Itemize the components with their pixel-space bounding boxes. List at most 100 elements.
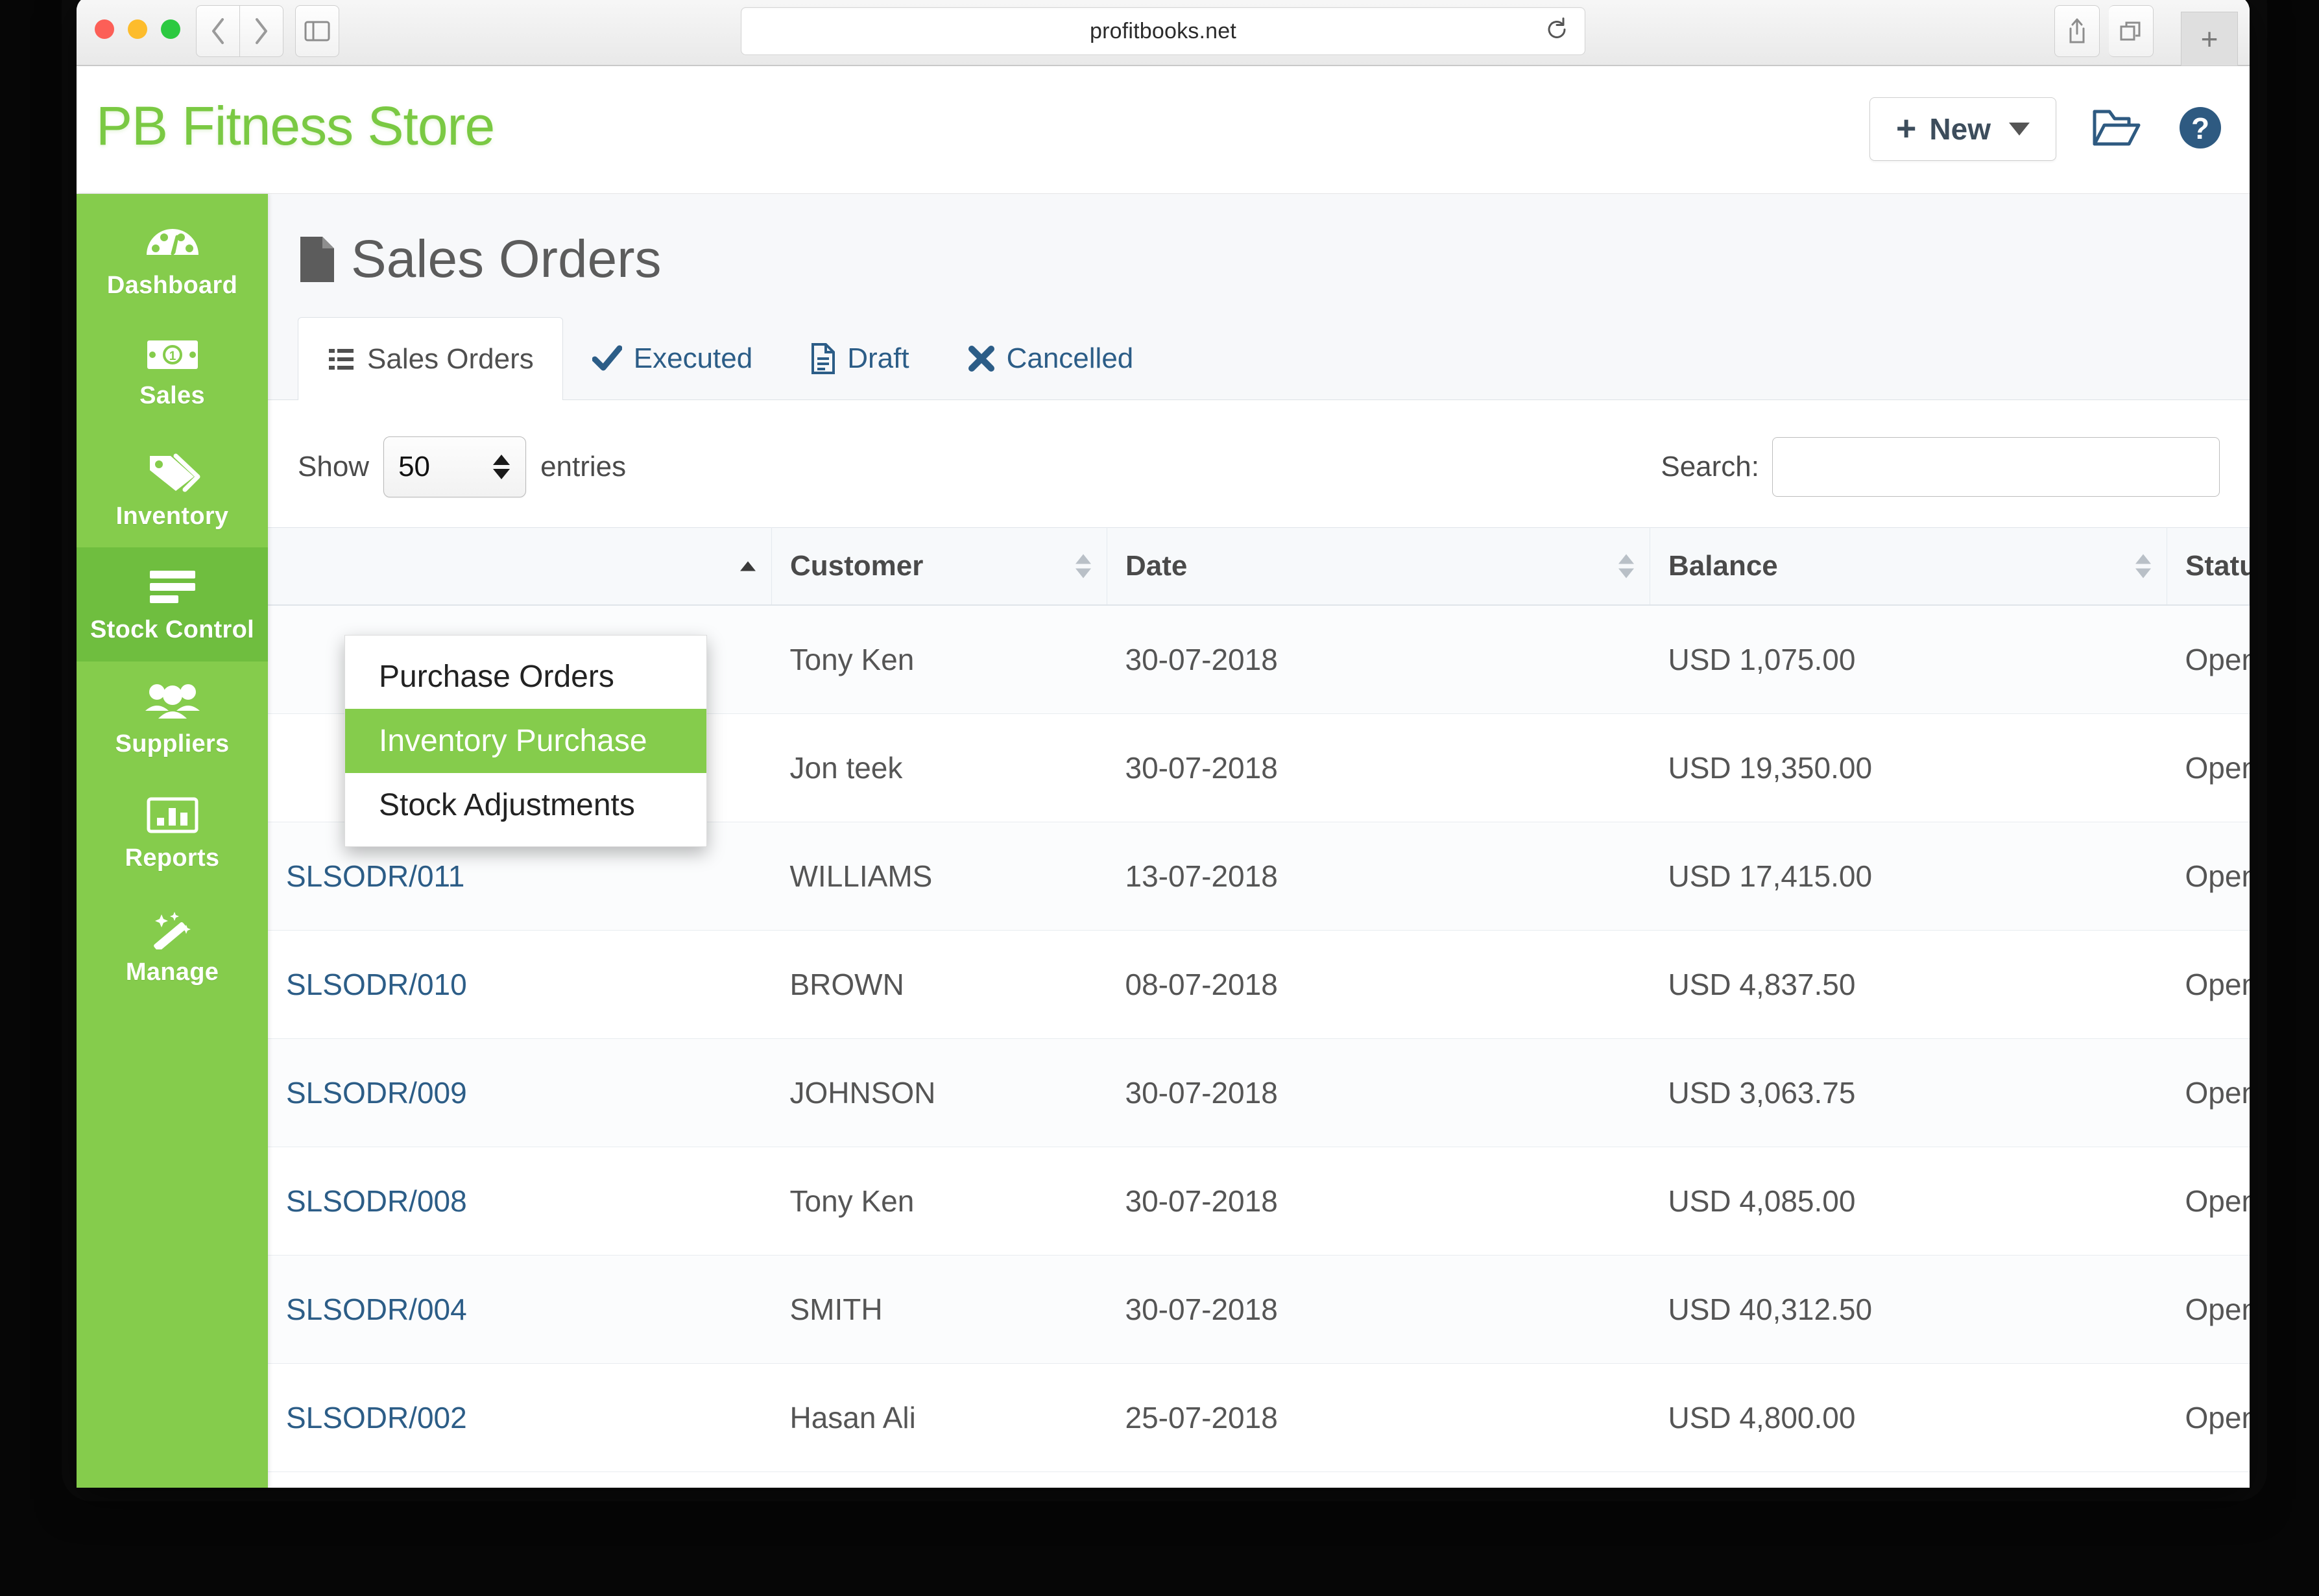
device-frame: profitbooks.net + PB Fitness Store + New… — [0, 0, 2319, 1596]
sort-toggle-icon — [1618, 554, 1634, 578]
cell-id[interactable]: SLSODR/008 — [268, 1147, 772, 1256]
new-tab-button[interactable]: + — [2181, 12, 2238, 66]
cell-customer: WILLIAMS — [771, 822, 1107, 931]
table-row[interactable]: SLSODR/008 Tony Ken 30-07-2018 USD 4,085… — [268, 1147, 2250, 1256]
tab-draft[interactable]: Draft — [782, 316, 938, 399]
cell-balance: USD 1,075.00 — [1650, 605, 2167, 714]
cell-balance: USD 4,837.50 — [1650, 930, 2167, 1039]
sidebar-item-sales[interactable]: 1 Sales — [77, 317, 268, 431]
sidebar-item-dashboard[interactable]: Dashboard — [77, 203, 268, 317]
cell-status: Open — [2167, 605, 2250, 714]
window-traffic-lights — [95, 19, 180, 39]
cell-date: 13-07-2018 — [1107, 822, 1650, 931]
table-row[interactable]: SLSODR/010 BROWN 08-07-2018 USD 4,837.50… — [268, 930, 2250, 1039]
cell-customer: JOHNSON — [771, 1038, 1107, 1147]
chevron-right-icon — [256, 18, 267, 44]
entries-control: Show 50 entries — [298, 436, 626, 497]
help-button[interactable]: ? — [2177, 104, 2224, 154]
table-row[interactable]: SLSODR/002 Hasan Ali 25-07-2018 USD 4,80… — [268, 1363, 2250, 1472]
cell-customer: Tony Ken — [771, 605, 1107, 714]
cell-date: 30-07-2018 — [1107, 1147, 1650, 1256]
app-brand-title: PB Fitness Store — [96, 95, 495, 156]
open-folder-button[interactable] — [2091, 106, 2142, 152]
cell-balance: USD 40,312.50 — [1650, 1255, 2167, 1364]
search-control: Search: — [1661, 437, 2220, 497]
tab-label: Draft — [847, 342, 909, 374]
cell-status: Open — [2167, 1147, 2250, 1256]
app-header: PB Fitness Store + New ? — [77, 66, 2250, 194]
col-header-customer[interactable]: Customer — [771, 527, 1107, 606]
sidebar-item-manage[interactable]: Manage — [77, 890, 268, 1004]
table-header-row: Customer Date Balance Statu — [268, 527, 2250, 606]
col-header-label: Customer — [790, 550, 924, 582]
col-header-id[interactable] — [268, 527, 772, 606]
cell-id[interactable]: SLSODR/009 — [268, 1038, 772, 1147]
check-icon — [592, 345, 622, 370]
sidebar-item-stock-control[interactable]: Stock Control — [77, 547, 268, 661]
sort-asc-icon — [740, 561, 756, 571]
menu-item-purchase-orders[interactable]: Purchase Orders — [345, 645, 706, 709]
share-button[interactable] — [2054, 5, 2100, 57]
new-button[interactable]: + New — [1869, 97, 2056, 161]
server-stack-icon — [149, 570, 195, 603]
col-header-status[interactable]: Statu — [2167, 527, 2250, 606]
cell-balance: USD 4,085.00 — [1650, 1147, 2167, 1256]
maximize-window-button[interactable] — [161, 19, 180, 39]
search-input[interactable] — [1772, 437, 2220, 497]
tab-label: Cancelled — [1006, 342, 1134, 374]
close-window-button[interactable] — [95, 19, 114, 39]
cell-customer: BROWN — [771, 930, 1107, 1039]
cell-customer: Tony Ken — [771, 1147, 1107, 1256]
reload-button[interactable] — [1544, 18, 1569, 45]
col-header-label: Statu — [2185, 550, 2250, 582]
svg-text:1: 1 — [169, 350, 176, 363]
browser-toolbar: profitbooks.net + — [77, 0, 2250, 66]
page-title: Sales Orders — [298, 229, 2250, 290]
order-id-link[interactable]: SLSODR/008 — [286, 1184, 467, 1218]
order-id-link[interactable]: SLSODR/002 — [286, 1401, 467, 1435]
cell-status: Open — [2167, 822, 2250, 931]
address-bar[interactable]: profitbooks.net — [741, 7, 1585, 55]
users-group-icon — [145, 684, 200, 719]
sidebar-item-label: Suppliers — [115, 730, 230, 757]
file-lines-icon — [811, 342, 835, 374]
entries-select[interactable]: 50 — [383, 436, 527, 497]
cell-id[interactable]: SLSODR/004 — [268, 1255, 772, 1364]
back-button[interactable] — [196, 5, 240, 57]
sidebar-item-label: Inventory — [115, 503, 229, 530]
minimize-window-button[interactable] — [128, 19, 147, 39]
sidebar-item-inventory[interactable]: Inventory — [77, 431, 268, 547]
cell-customer: Jon teek — [771, 713, 1107, 822]
col-header-date[interactable]: Date — [1107, 527, 1650, 606]
sidebar-item-reports[interactable]: Reports — [77, 776, 268, 890]
dashboard-gauge-icon — [146, 229, 198, 256]
table-row[interactable]: SLSODR/004 SMITH 30-07-2018 USD 40,312.5… — [268, 1255, 2250, 1364]
order-id-link[interactable]: SLSODR/010 — [286, 968, 467, 1001]
forward-button[interactable] — [240, 5, 283, 57]
tab-cancelled[interactable]: Cancelled — [939, 316, 1163, 399]
cell-date: 08-07-2018 — [1107, 930, 1650, 1039]
sidebar-item-label: Sales — [139, 382, 205, 409]
tab-sales-orders[interactable]: Sales Orders — [298, 317, 563, 400]
table-row[interactable]: SLSODR/009 JOHNSON 30-07-2018 USD 3,063.… — [268, 1038, 2250, 1147]
cell-status: Open — [2167, 1255, 2250, 1364]
menu-item-inventory-purchase[interactable]: Inventory Purchase — [345, 709, 706, 773]
col-header-balance[interactable]: Balance — [1650, 527, 2167, 606]
tab-label: Sales Orders — [367, 342, 534, 375]
browser-window: profitbooks.net + PB Fitness Store + New… — [77, 0, 2250, 1488]
show-tabs-button[interactable] — [2109, 5, 2154, 57]
cell-id[interactable]: SLSODR/010 — [268, 930, 772, 1039]
order-id-link[interactable]: SLSODR/011 — [286, 859, 464, 893]
cell-id[interactable]: SLSODR/002 — [268, 1363, 772, 1472]
cell-balance: USD 4,800.00 — [1650, 1363, 2167, 1472]
sidebar-item-suppliers[interactable]: Suppliers — [77, 661, 268, 776]
help-circle-icon: ? — [2180, 106, 2221, 149]
sidebar-item-label: Dashboard — [106, 272, 238, 299]
order-id-link[interactable]: SLSODR/009 — [286, 1076, 467, 1110]
order-id-link[interactable]: SLSODR/004 — [286, 1292, 467, 1326]
chevron-down-icon — [2009, 123, 2030, 136]
chevron-left-icon — [212, 18, 224, 44]
sidebar-toggle-button[interactable] — [295, 5, 339, 57]
tab-executed[interactable]: Executed — [563, 316, 782, 399]
menu-item-stock-adjustments[interactable]: Stock Adjustments — [345, 773, 706, 837]
